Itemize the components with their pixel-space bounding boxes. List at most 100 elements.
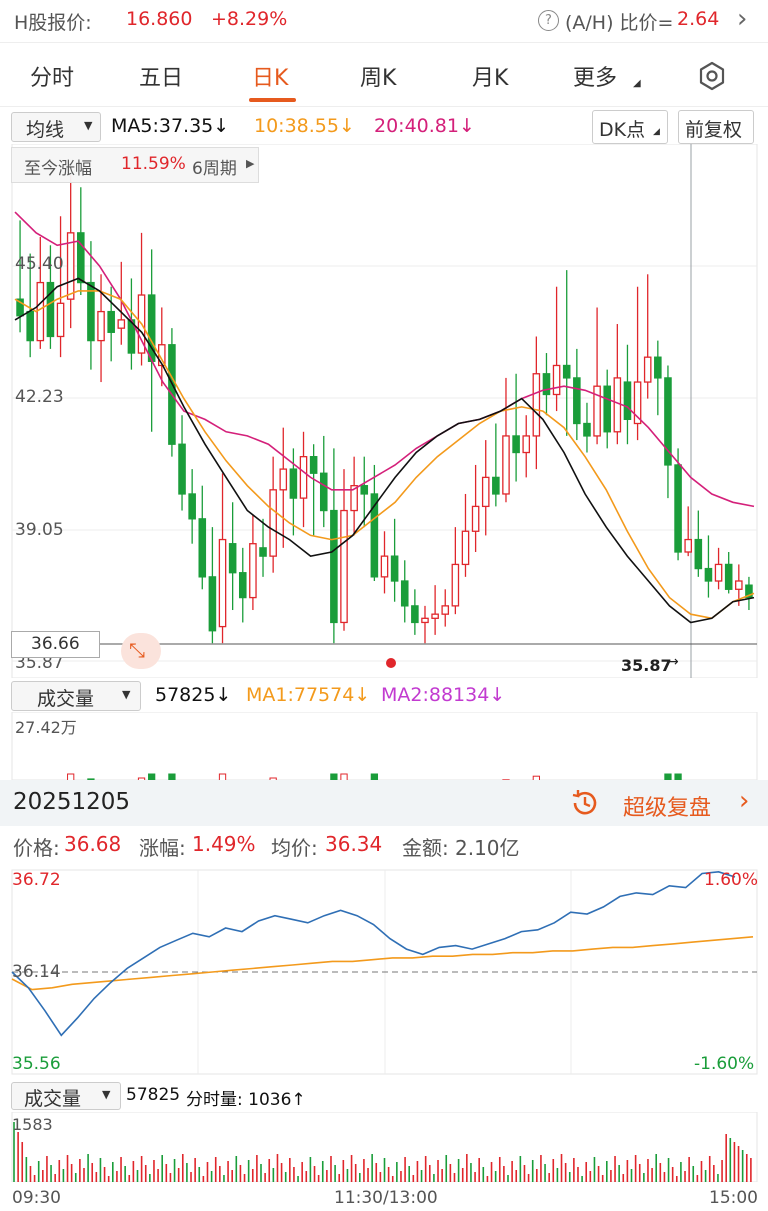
more-dropdown-icon: ◢ (633, 78, 641, 89)
candle-down (694, 538, 703, 570)
candle-down (309, 456, 318, 474)
time-label-open: 09:30 (12, 1188, 61, 1208)
candle-up (471, 505, 480, 532)
intraday-volume-max: 1583 (12, 1115, 53, 1134)
candle-up (117, 319, 126, 329)
range-gain-value: 11.59% (121, 154, 186, 174)
candle-up (431, 613, 439, 619)
forward-adjust-button[interactable]: 前复权 (678, 110, 754, 144)
dk-point-button[interactable]: DK点 ◢ (592, 110, 668, 144)
ah-ratio-label: (A/H) 比价= (565, 12, 674, 34)
time-label-close: 15:00 (709, 1188, 758, 1208)
ma-select[interactable]: 均线 ▼ (11, 112, 101, 142)
candle-up (481, 476, 490, 508)
candle-down (583, 422, 591, 437)
candle-down (259, 547, 267, 557)
intraday-high-label: 36.72 (12, 870, 61, 890)
intraday-volume-value: 57825 (126, 1085, 181, 1105)
candle-up (269, 489, 277, 557)
expand-chart-icon[interactable]: ⤡ (121, 633, 161, 669)
candle-up (461, 530, 470, 566)
candle-up (279, 468, 288, 491)
range-gain-period: 6周期 (192, 159, 237, 179)
candle-up (421, 617, 429, 624)
candle-up (613, 377, 622, 433)
candle-up (249, 543, 257, 599)
intraday-volume-select[interactable]: 成交量 ▼ (11, 1082, 121, 1110)
candle-up (684, 538, 692, 553)
play-triangle-icon: ▶ (246, 157, 255, 170)
price-label-39-05: 39.05 (15, 520, 64, 540)
volume-ma2: MA2:88134↓ (381, 684, 506, 706)
chevron-right-icon[interactable]: › (737, 4, 747, 34)
intraday-chart[interactable] (0, 868, 768, 1080)
volume-value: 57825↓ (155, 684, 232, 706)
crosshair-price-value: 36.66 (31, 634, 80, 654)
candle-down (724, 563, 733, 590)
low-price-marker: 35.87 (621, 656, 672, 675)
candle-down (178, 443, 186, 495)
crosshair-price-tag: 36.66 (11, 631, 100, 658)
tab-more[interactable]: 更多 (573, 60, 617, 92)
kline-chart[interactable] (0, 144, 768, 678)
intraday-high-pct: 1.60% (704, 870, 759, 890)
avg-price-value: 36.34 (325, 832, 383, 856)
intraday-volume-chart (11, 1112, 758, 1182)
candle-up (643, 356, 652, 383)
candle-down (360, 485, 369, 495)
candle-down (411, 605, 419, 624)
super-replay-link[interactable]: 超级复盘 (623, 790, 711, 822)
selected-date: 20251205 (13, 789, 131, 815)
h-share-quote-bar[interactable]: H股报价: 16.860 +8.29% ? (A/H) 比价= 2.64 › (0, 0, 768, 43)
candle-up (218, 538, 227, 628)
price-label-45-40: 45.40 (15, 254, 64, 274)
candle-down (573, 377, 581, 425)
range-gain-box[interactable]: 至今涨幅 11.59% 6周期 ▶ (11, 147, 259, 183)
tab-weekly-k[interactable]: 周K (360, 60, 396, 92)
volume-indicator-select[interactable]: 成交量 ▼ (11, 681, 141, 711)
intraday-prev-close-label: 36.14 (12, 962, 61, 982)
candle-down (26, 310, 34, 342)
volume-max-label: 27.42万 (15, 718, 77, 737)
candle-down (704, 567, 713, 582)
help-circle-icon[interactable]: ? (538, 10, 559, 31)
h-share-label: H股报价: (14, 12, 92, 34)
candle-down (289, 468, 298, 499)
candle-up (340, 509, 348, 624)
history-clock-icon[interactable] (569, 787, 601, 819)
ma20-value: 20:40.81↓ (374, 115, 475, 137)
corner-triangle-icon: ◢ (653, 127, 660, 137)
date-replay-bar[interactable]: 20251205 超级复盘 › (0, 780, 768, 826)
candle-down (542, 373, 551, 396)
price-label-42-23: 42.23 (15, 387, 64, 407)
tab-daily-k[interactable]: 日K (252, 60, 288, 92)
tab-monthly-k[interactable]: 月K (472, 60, 508, 92)
candle-up (56, 302, 65, 338)
candle-down (107, 310, 115, 333)
candle-down (512, 435, 520, 454)
forward-adjust-label: 前复权 (685, 119, 743, 141)
intraday-low-label: 35.56 (12, 1054, 61, 1074)
candle-up (36, 281, 45, 342)
candle-up (441, 605, 450, 615)
avg-price-label: 均价: (271, 836, 318, 860)
tab-intraday[interactable]: 分时 (30, 60, 74, 92)
price-line (11, 870, 736, 1037)
candle-down (208, 576, 217, 632)
dropdown-triangle-icon: ▼ (102, 1088, 111, 1101)
candle-down (198, 518, 207, 578)
change-value: 1.49% (192, 832, 256, 856)
candle-down (390, 555, 399, 582)
candle-up (299, 456, 308, 499)
amount-label: 金额: (402, 836, 449, 860)
candle-up (502, 435, 510, 495)
chevron-right-icon[interactable]: › (739, 786, 749, 816)
candle-up (97, 310, 105, 342)
h-share-price: 16.860 (126, 8, 193, 30)
event-dot-marker[interactable] (386, 658, 396, 668)
h-share-change: +8.29% (211, 8, 288, 30)
dropdown-triangle-icon: ▼ (122, 688, 131, 701)
gear-icon[interactable] (697, 61, 727, 91)
candle-down (492, 476, 500, 495)
tab-five-day[interactable]: 五日 (139, 60, 183, 92)
